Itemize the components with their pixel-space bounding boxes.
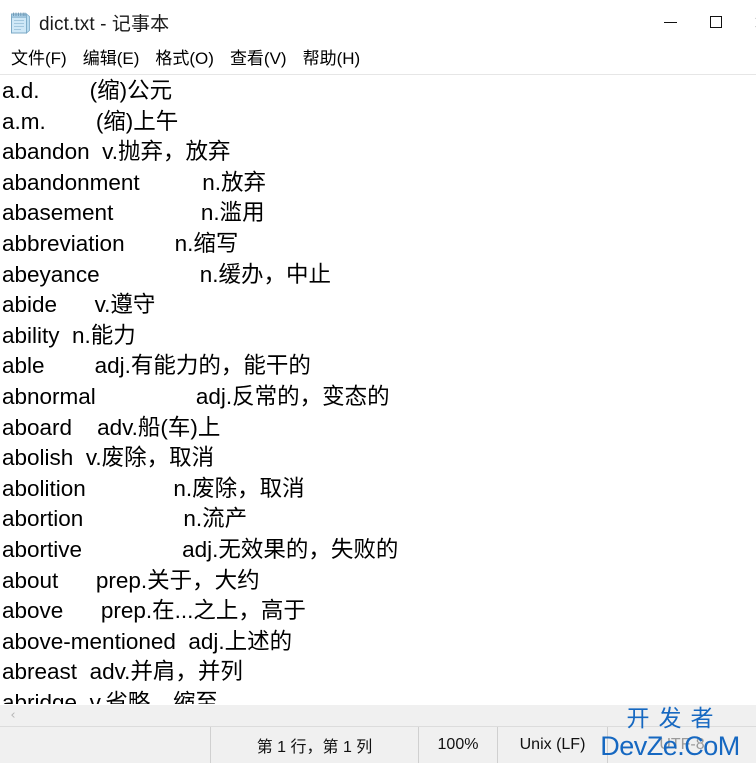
word-definition: v.遵守 bbox=[94, 292, 156, 318]
word-definition: v.废除，取消 bbox=[85, 445, 215, 471]
text-line: about prep.关于，大约 bbox=[2, 566, 756, 597]
status-bar: 第 1 行，第 1 列 100% Unix (LF) UTF-8 开发者 Dev… bbox=[0, 706, 756, 763]
word-definition: n.缩写 bbox=[174, 230, 239, 256]
notepad-window: dict.txt - 记事本 文件(F) 编辑(E) 格式(O) 查看(V) 帮… bbox=[0, 0, 756, 763]
maximize-icon bbox=[709, 16, 722, 28]
text-line: abandonment n.放弃 bbox=[2, 168, 756, 199]
chevron-left-icon: ‹ bbox=[10, 708, 16, 723]
word-term: abridge bbox=[2, 689, 78, 704]
word-definition: adv.并肩，并列 bbox=[89, 659, 243, 685]
editor-area[interactable]: a.d. (缩)公元 a.m. (缩)上午 abandon v.抛弃，放弃 abandonm… bbox=[0, 75, 756, 704]
word-term: about bbox=[2, 567, 59, 593]
word-definition: prep.关于，大约 bbox=[95, 567, 260, 593]
word-definition: n.放弃 bbox=[202, 169, 266, 195]
word-term: able bbox=[2, 353, 45, 379]
text-line: abnormal adj.反常的，变态的 bbox=[2, 382, 756, 413]
maximize-button[interactable] bbox=[693, 0, 738, 44]
window-controls bbox=[648, 0, 756, 44]
text-line: abbreviation n.缩写 bbox=[2, 229, 756, 260]
notepad-icon bbox=[9, 11, 31, 35]
word-term: a.m. bbox=[2, 108, 46, 134]
word-term: abbreviation bbox=[2, 230, 125, 256]
minimize-button[interactable] bbox=[648, 0, 693, 44]
word-definition: v.省略，缩至 bbox=[89, 689, 218, 704]
text-line: abreast adv.并肩，并列 bbox=[2, 657, 756, 688]
status-encoding[interactable]: UTF-8 bbox=[607, 727, 756, 763]
word-term: abasement bbox=[2, 200, 114, 226]
menu-format[interactable]: 格式(O) bbox=[147, 48, 222, 70]
text-line: abolition n.废除，取消 bbox=[2, 474, 756, 505]
word-term: abortion bbox=[2, 506, 84, 532]
text-line: above prep.在...之上，高于 bbox=[2, 596, 756, 627]
word-term: abeyance bbox=[2, 261, 100, 287]
scrollbar-track[interactable] bbox=[26, 705, 756, 726]
word-definition: n.缓办，中止 bbox=[199, 261, 331, 287]
word-definition: v.抛弃，放弃 bbox=[102, 139, 231, 165]
text-line: abortive adj.无效果的，失败的 bbox=[2, 535, 756, 566]
text-line: ability n.能力 bbox=[2, 321, 756, 352]
word-term: abnormal bbox=[2, 383, 96, 409]
status-cursor-position: 第 1 行，第 1 列 bbox=[210, 727, 418, 763]
text-line: a.d. (缩)公元 bbox=[2, 76, 756, 107]
menu-file[interactable]: 文件(F) bbox=[3, 48, 75, 70]
horizontal-scrollbar[interactable]: ‹ bbox=[0, 704, 756, 726]
menu-edit[interactable]: 编辑(E) bbox=[75, 48, 148, 70]
text-line: abolish v.废除，取消 bbox=[2, 443, 756, 474]
word-term: abolish bbox=[2, 445, 74, 471]
text-content[interactable]: a.d. (缩)公元 a.m. (缩)上午 abandon v.抛弃，放弃 abandonm… bbox=[0, 75, 756, 704]
status-spacer bbox=[0, 727, 210, 763]
word-term: abortive bbox=[2, 536, 83, 562]
window-title: dict.txt - 记事本 bbox=[39, 13, 170, 35]
text-line: abeyance n.缓办，中止 bbox=[2, 260, 756, 291]
word-definition: adj.上述的 bbox=[188, 628, 293, 654]
text-line: abortion n.流产 bbox=[2, 504, 756, 535]
word-term: ability bbox=[2, 322, 60, 348]
text-line: a.m. (缩)上午 bbox=[2, 107, 756, 138]
text-line: aboard adv.船(车)上 bbox=[2, 413, 756, 444]
word-term: aboard bbox=[2, 414, 73, 440]
word-term: above bbox=[2, 598, 64, 624]
word-definition: adj.反常的，变态的 bbox=[195, 383, 390, 409]
word-definition: n.能力 bbox=[72, 322, 136, 348]
word-term: a.d. bbox=[2, 78, 40, 103]
word-term: above-mentioned bbox=[2, 628, 176, 654]
status-zoom-level[interactable]: 100% bbox=[418, 727, 497, 763]
word-definition: adj.无效果的，失败的 bbox=[182, 536, 399, 562]
title-bar[interactable]: dict.txt - 记事本 bbox=[0, 0, 756, 44]
text-line: abandon v.抛弃，放弃 bbox=[2, 137, 756, 168]
menu-bar: 文件(F) 编辑(E) 格式(O) 查看(V) 帮助(H) bbox=[0, 44, 756, 75]
word-term: abandon bbox=[2, 139, 90, 165]
status-line-ending[interactable]: Unix (LF) bbox=[497, 727, 607, 763]
title-bar-left: dict.txt - 记事本 bbox=[0, 9, 648, 36]
text-line: abide v.遵守 bbox=[2, 290, 756, 321]
menu-view[interactable]: 查看(V) bbox=[222, 48, 295, 70]
text-line: abasement n.滥用 bbox=[2, 198, 756, 229]
close-button[interactable] bbox=[738, 0, 756, 44]
word-definition: adv.船(车)上 bbox=[97, 414, 221, 440]
word-term: abolition bbox=[2, 475, 86, 501]
menu-help[interactable]: 帮助(H) bbox=[295, 48, 369, 70]
word-term: abreast bbox=[2, 659, 78, 685]
word-definition: adj.有能力的，能干的 bbox=[94, 353, 311, 379]
text-line: able adj.有能力的，能干的 bbox=[2, 351, 756, 382]
minimize-icon bbox=[664, 21, 677, 23]
word-definition: (缩)公元 bbox=[89, 78, 173, 103]
word-term: abide bbox=[2, 292, 58, 318]
scroll-left-button[interactable]: ‹ bbox=[0, 705, 26, 726]
word-term: abandonment bbox=[2, 169, 140, 195]
word-definition: (缩)上午 bbox=[95, 108, 179, 134]
word-definition: prep.在...之上，高于 bbox=[100, 598, 306, 624]
word-definition: n.流产 bbox=[183, 506, 248, 532]
text-line: above-mentioned adj.上述的 bbox=[2, 627, 756, 658]
word-definition: n.滥用 bbox=[200, 200, 265, 226]
text-line: abridge v.省略，缩至 bbox=[2, 688, 756, 704]
word-definition: n.废除，取消 bbox=[173, 475, 305, 501]
